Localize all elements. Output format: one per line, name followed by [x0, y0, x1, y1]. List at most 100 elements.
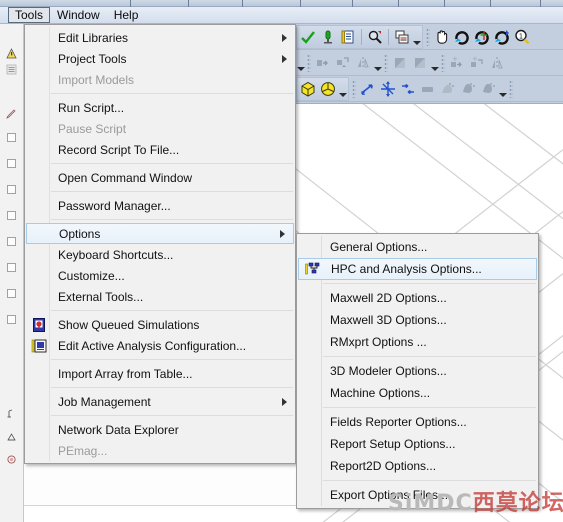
project-tree-strip[interactable] [0, 20, 24, 522]
checkbox-icon[interactable] [6, 236, 17, 247]
spin-icon[interactable] [492, 27, 512, 47]
rotate-obj-icon[interactable] [378, 79, 398, 99]
toolbar-overflow-button[interactable] [338, 79, 347, 99]
checkbox-icon[interactable] [6, 288, 17, 299]
menubar-item-tools[interactable]: Tools [8, 7, 51, 23]
menu-item-import-array-from-table[interactable]: Import Array from Table... [25, 363, 295, 384]
validate-icon[interactable] [298, 27, 318, 47]
chevron-right-icon [282, 397, 287, 406]
submenu-item-maxwell-2d-options[interactable]: Maxwell 2D Options... [297, 287, 538, 309]
submenu-item-machine-options[interactable]: Machine Options... [297, 382, 538, 404]
menu-item-external-tools[interactable]: External Tools... [25, 286, 295, 307]
toolbar-overflow-button[interactable] [373, 53, 382, 73]
menu-item-network-data-explorer[interactable]: Network Data Explorer [25, 419, 295, 440]
results-icon[interactable] [338, 27, 358, 47]
menu-item-label: Import Models [58, 72, 135, 87]
submenu-item-export-options-files[interactable]: Export Options Files... [297, 484, 538, 506]
duplicate-around-icon: + [467, 53, 487, 73]
menu-item-record-script-to-file[interactable]: Record Script To File... [25, 139, 295, 160]
menu-item-open-command-window[interactable]: Open Command Window [25, 167, 295, 188]
menu-item-label: General Options... [330, 240, 428, 254]
toolbar-overflow-button[interactable] [412, 27, 421, 47]
chevron-right-icon [280, 229, 285, 238]
menu-separator [323, 407, 536, 408]
submenu-item-maxwell-3d-options[interactable]: Maxwell 3D Options... [297, 309, 538, 331]
submenu-item-3d-modeler-options[interactable]: 3D Modeler Options... [297, 360, 538, 382]
zoom-icon[interactable]: 1 [512, 27, 532, 47]
checkbox-icon[interactable] [6, 314, 17, 325]
submenu-item-fields-reporter-options[interactable]: Fields Reporter Options... [297, 411, 538, 433]
menubar-item-window[interactable]: Window [50, 7, 107, 23]
menu-bar[interactable]: Tools Window Help [0, 7, 563, 24]
subtract-icon [333, 53, 353, 73]
split-icon [353, 53, 373, 73]
menu-separator [51, 415, 293, 416]
menu-item-label: Keyboard Shortcuts... [58, 247, 174, 262]
toolbar-area[interactable]: 1 + + [296, 24, 563, 104]
draw-box-icon[interactable] [298, 79, 318, 99]
duplicate-mirror-icon: + [447, 53, 467, 73]
rotate-icon[interactable] [452, 27, 472, 47]
menu-item-label: 3D Modeler Options... [330, 364, 447, 378]
toolbar-overflow-button[interactable] [430, 53, 439, 73]
rotate-axis-icon[interactable] [472, 27, 492, 47]
coordinate-system-icon [7, 409, 13, 418]
submenu-item-report-setup-options[interactable]: Report Setup Options... [297, 433, 538, 455]
menu-item-job-management[interactable]: Job Management [25, 391, 295, 412]
menu-item-label: RMxprt Options ... [330, 335, 427, 349]
analyze-icon[interactable] [318, 27, 338, 47]
menu-item-label: Network Data Explorer [58, 422, 179, 437]
pencil-icon [6, 109, 16, 119]
checkbox-icon[interactable] [6, 184, 17, 195]
pan-icon[interactable] [432, 27, 452, 47]
menu-item-edit-active-analysis-configuration[interactable]: Edit Active Analysis Configuration... [25, 335, 295, 356]
toolbar-grip[interactable] [384, 53, 388, 72]
toolbar-row-boolean[interactable]: + + [296, 50, 563, 76]
chevron-right-icon [282, 54, 287, 63]
checkbox-icon[interactable] [6, 158, 17, 169]
menu-item-label: Run Script... [58, 100, 125, 115]
solution-data-icon[interactable] [365, 27, 385, 47]
toolbar-grip[interactable] [509, 79, 513, 98]
menu-item-password-manager[interactable]: Password Manager... [25, 195, 295, 216]
menu-item-project-tools[interactable]: Project Tools [25, 48, 295, 69]
application-window: Tools Window Help 1 + + Edit Libraries P… [0, 0, 563, 522]
menu-item-label: Password Manager... [58, 198, 171, 213]
toolbar-grip[interactable] [352, 79, 356, 98]
svg-text:+: + [452, 55, 458, 63]
menu-separator [51, 359, 293, 360]
menu-item-label: Maxwell 3D Options... [330, 313, 447, 327]
toolbar-overflow-button[interactable] [498, 79, 507, 99]
tools-dropdown-menu[interactable]: Edit Libraries Project Tools Import Mode… [24, 24, 296, 464]
toolbar-grip[interactable] [426, 27, 430, 46]
draw-cylinder-icon[interactable] [318, 79, 338, 99]
menu-item-edit-libraries[interactable]: Edit Libraries [25, 27, 295, 48]
submenu-item-rmxprt-options[interactable]: RMxprt Options ... [297, 331, 538, 353]
toolbar-grip[interactable] [441, 53, 445, 72]
toolbar-row-draw[interactable] [296, 76, 563, 102]
menu-item-options[interactable]: Options [26, 223, 294, 244]
checkbox-icon[interactable] [6, 262, 17, 273]
toolbar-overflow-button[interactable] [296, 53, 305, 73]
mirror-icon[interactable] [398, 79, 418, 99]
checkbox-icon[interactable] [6, 132, 17, 143]
checkbox-icon[interactable] [6, 210, 17, 221]
menubar-item-help[interactable]: Help [107, 7, 146, 23]
svg-text:+: + [472, 55, 478, 63]
report-icon[interactable] [392, 27, 412, 47]
toolbar-grip[interactable] [307, 53, 311, 72]
menu-item-label: Show Queued Simulations [58, 317, 200, 332]
menu-item-keyboard-shortcuts[interactable]: Keyboard Shortcuts... [25, 244, 295, 265]
toolbar-row-analysis[interactable]: 1 [296, 24, 563, 50]
move-icon[interactable] [358, 79, 378, 99]
menu-item-customize[interactable]: Customize... [25, 265, 295, 286]
submenu-item-report2d-options[interactable]: Report2D Options... [297, 455, 538, 477]
submenu-item-hpc-and-analysis-options[interactable]: HPC and Analysis Options... [298, 258, 537, 280]
menu-item-run-script[interactable]: Run Script... [25, 97, 295, 118]
menu-item-show-queued-simulations[interactable]: Show Queued Simulations [25, 314, 295, 335]
options-submenu-menu[interactable]: General Options... HPC and Analysis Opti… [296, 233, 539, 509]
menu-separator [51, 163, 293, 164]
submenu-item-general-options[interactable]: General Options... [297, 236, 538, 258]
assign-boundary-icon [458, 79, 478, 99]
surface-icon [410, 53, 430, 73]
